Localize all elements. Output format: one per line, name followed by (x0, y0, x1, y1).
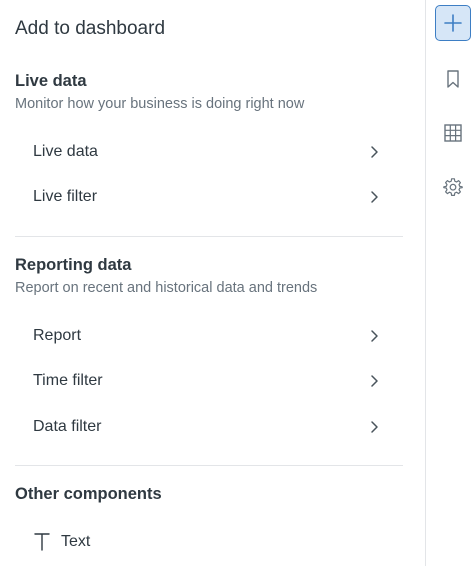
panel-title: Add to dashboard (15, 18, 166, 39)
add-to-dashboard-panel: Add to dashboard Live data Monitor how y… (0, 0, 425, 566)
chevron-right-icon (371, 375, 378, 387)
chevron-right-icon (371, 421, 378, 433)
settings-button[interactable] (435, 169, 471, 205)
section-description-reporting-data: Report on recent and historical data and… (15, 280, 318, 296)
chevron-right-icon (371, 330, 378, 342)
menu-item-live-filter[interactable]: Live filter (15, 177, 403, 217)
bookmark-button[interactable] (435, 61, 471, 97)
menu-item-label: Text (61, 533, 91, 550)
bookmark-icon (447, 70, 459, 88)
section-title-live-data: Live data (15, 72, 87, 90)
text-icon (34, 533, 50, 551)
menu-item-report[interactable]: Report (15, 316, 403, 356)
menu-item-label: Live data (33, 143, 98, 160)
section-title-reporting-data: Reporting data (15, 256, 132, 274)
side-toolbar (425, 0, 474, 566)
chevron-right-icon (371, 191, 378, 203)
section-divider (15, 236, 403, 237)
menu-item-label: Report (33, 327, 82, 344)
section-divider (15, 465, 403, 466)
menu-item-label: Data filter (33, 418, 102, 435)
table-icon (444, 124, 462, 142)
table-button[interactable] (435, 115, 471, 151)
menu-item-text[interactable]: Text (15, 522, 403, 562)
menu-item-label: Time filter (33, 372, 103, 389)
section-title-other-components: Other components (15, 485, 162, 503)
menu-item-time-filter[interactable]: Time filter (15, 361, 403, 401)
menu-item-label: Live filter (33, 188, 98, 205)
menu-item-live-data[interactable]: Live data (15, 132, 403, 172)
menu-item-data-filter[interactable]: Data filter (15, 407, 403, 447)
add-button[interactable] (435, 5, 471, 41)
plus-icon (444, 14, 462, 32)
gear-icon (443, 178, 463, 196)
chevron-right-icon (371, 146, 378, 158)
section-description-live-data: Monitor how your business is doing right… (15, 96, 305, 112)
